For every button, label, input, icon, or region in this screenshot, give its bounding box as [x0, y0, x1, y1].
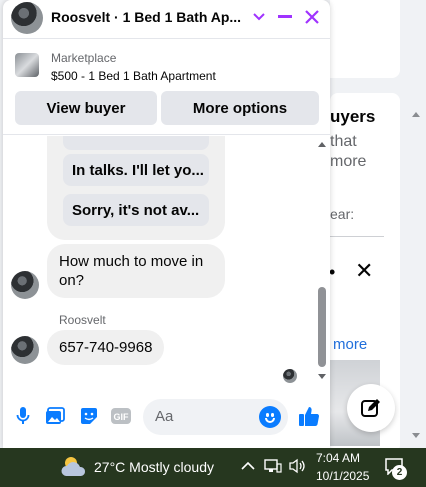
message-input-placeholder: Aa	[155, 408, 174, 425]
emoji-icon[interactable]	[259, 406, 281, 428]
message-bubble: How much to move in on?	[47, 244, 225, 298]
chevron-down-icon[interactable]	[248, 6, 270, 28]
chat-scrollbar[interactable]	[318, 287, 326, 367]
compose-icon	[361, 399, 380, 417]
chat-window: Roosvelt · 1 Bed 1 Bath Ap... Marketplac…	[3, 0, 330, 448]
background-card-top	[330, 0, 400, 78]
message-input[interactable]: Aa	[143, 399, 288, 435]
close-chat-icon[interactable]	[301, 6, 323, 28]
listing-panel: Marketplace $500 - 1 Bed 1 Bath Apartmen…	[3, 38, 330, 135]
seen-receipt-avatar	[283, 369, 297, 383]
scroll-down-icon[interactable]	[412, 433, 420, 438]
background-line: that	[330, 133, 357, 150]
sticker-icon[interactable]	[79, 406, 99, 426]
svg-text:GIF: GIF	[114, 412, 130, 422]
microphone-icon[interactable]	[13, 406, 33, 426]
taskbar: 27°C Mostly cloudy 7:04 AM 10/1/2025 2	[0, 448, 426, 487]
close-icon[interactable]: ✕	[355, 258, 373, 284]
listing-title[interactable]: $500 - 1 Bed 1 Bath Apartment	[51, 69, 216, 83]
minimize-icon[interactable]	[274, 6, 296, 28]
weather-text[interactable]: 27°C Mostly cloudy	[94, 459, 214, 475]
page-scrollbar[interactable]	[408, 0, 426, 450]
scroll-up-icon[interactable]	[412, 112, 420, 117]
notification-count-badge: 2	[392, 465, 407, 480]
background-divider	[330, 236, 384, 237]
background-line: ear:	[330, 206, 355, 222]
gif-icon[interactable]: GIF	[109, 406, 133, 426]
chat-title[interactable]: Roosvelt · 1 Bed 1 Bath Ap...	[51, 9, 241, 25]
message-bubble: 657-740-9968	[47, 330, 165, 365]
weather-cloudy-icon[interactable]	[60, 454, 88, 480]
clock-time[interactable]: 7:04 AM	[316, 451, 360, 465]
new-message-button[interactable]	[347, 384, 395, 432]
quick-reply-partial[interactable]	[63, 136, 209, 150]
quick-reply[interactable]: Sorry, it's not av...	[63, 194, 209, 226]
contact-avatar[interactable]	[11, 2, 43, 34]
message-list: In talks. I'll let yo... Sorry, it's not…	[3, 136, 330, 390]
photo-icon[interactable]	[45, 406, 65, 426]
chat-header[interactable]: Roosvelt · 1 Bed 1 Bath Ap...	[3, 0, 330, 38]
background-line: more	[330, 153, 367, 170]
chat-scroll-up-icon[interactable]	[318, 142, 326, 147]
chat-scroll-down-icon[interactable]	[318, 374, 326, 379]
quick-replies-group: In talks. I'll let yo... Sorry, it's not…	[47, 136, 225, 240]
listing-label: Marketplace	[51, 51, 117, 65]
volume-icon[interactable]	[288, 458, 306, 477]
show-hidden-icons-icon[interactable]	[241, 458, 255, 474]
quick-reply[interactable]: In talks. I'll let yo...	[63, 154, 209, 186]
clock-date[interactable]: 10/1/2025	[316, 469, 369, 483]
more-options-button[interactable]: More options	[161, 91, 319, 125]
sender-avatar[interactable]	[11, 336, 39, 364]
network-icon[interactable]	[264, 458, 282, 477]
thumbs-up-icon[interactable]	[297, 404, 321, 428]
sender-name: Roosvelt	[59, 313, 106, 327]
background-see-more-link[interactable]: more	[333, 336, 367, 353]
sender-avatar[interactable]	[11, 271, 39, 299]
listing-thumbnail[interactable]	[15, 53, 39, 77]
background-heading: uyers	[330, 107, 376, 126]
composer: GIF Aa	[3, 390, 330, 448]
view-buyer-button[interactable]: View buyer	[15, 91, 157, 125]
